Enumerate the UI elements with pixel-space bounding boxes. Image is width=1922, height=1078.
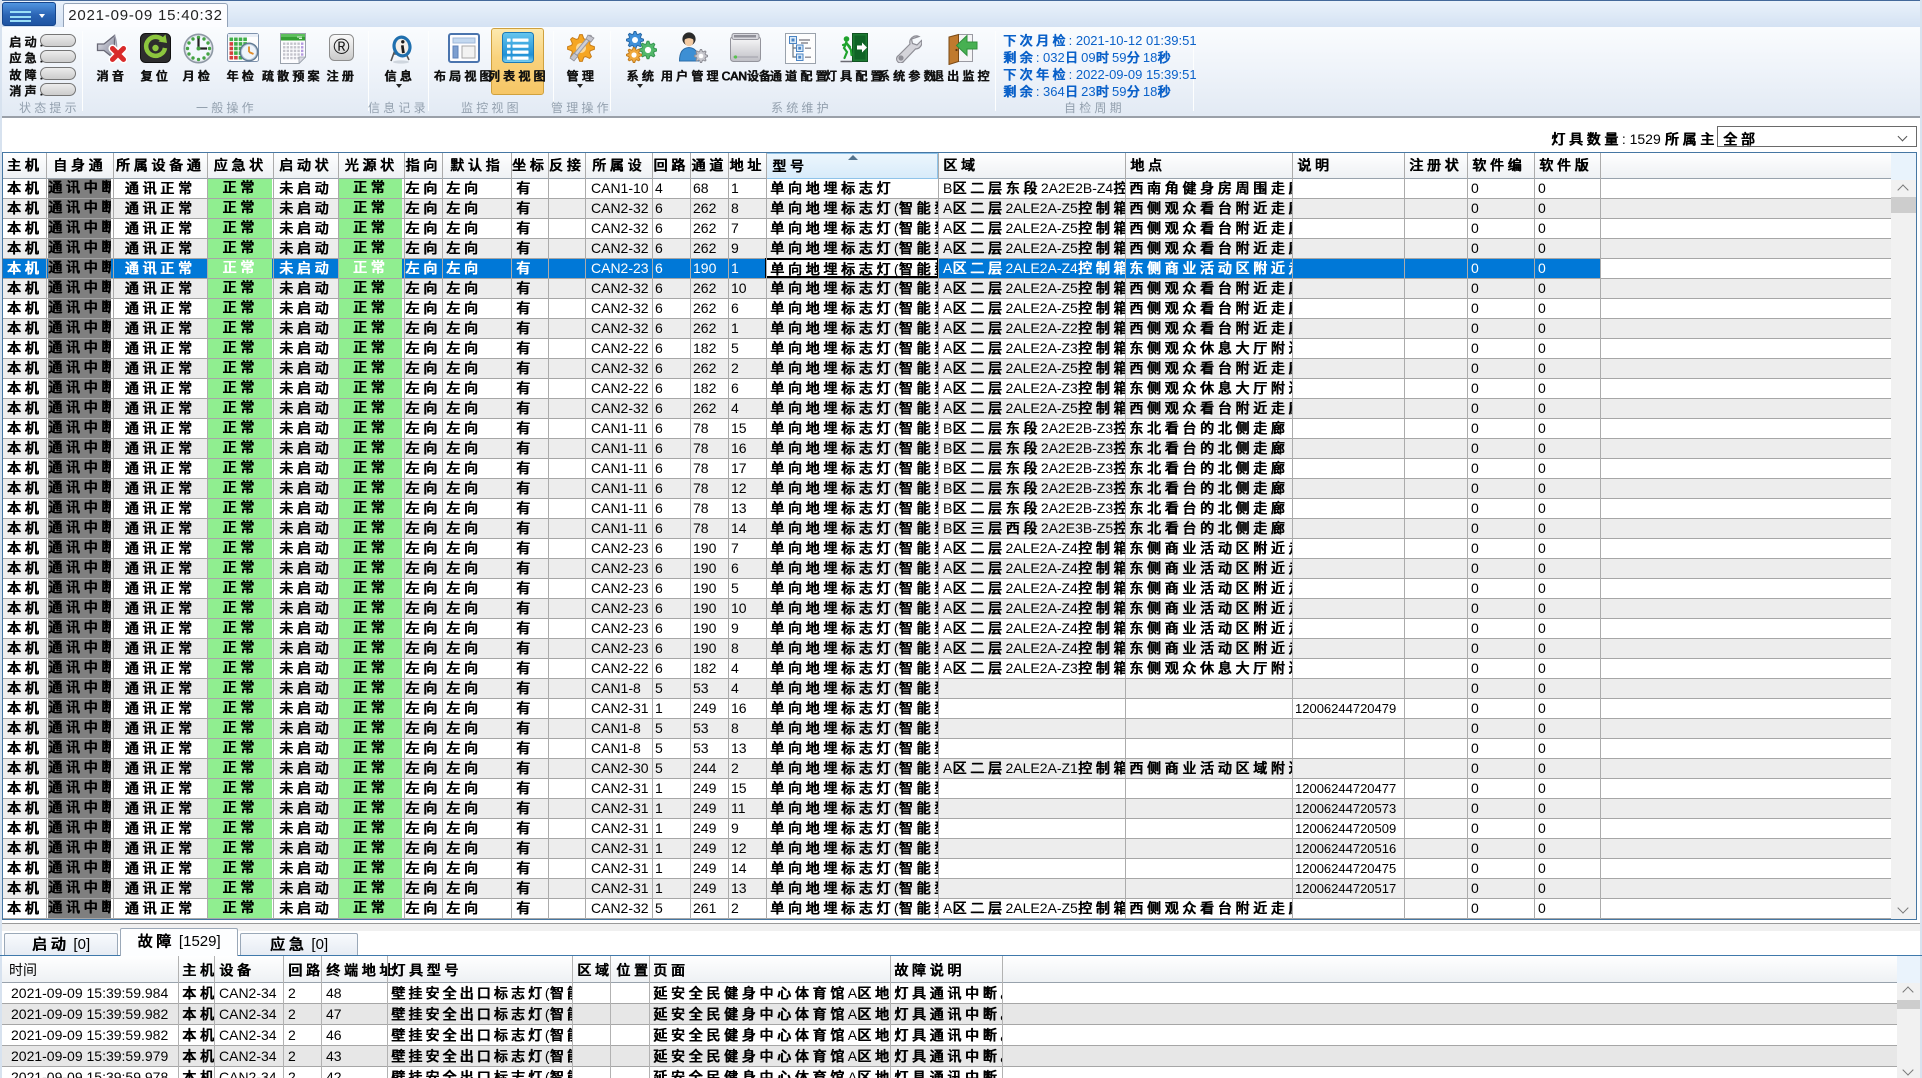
svg-text:®: ® <box>333 34 349 59</box>
